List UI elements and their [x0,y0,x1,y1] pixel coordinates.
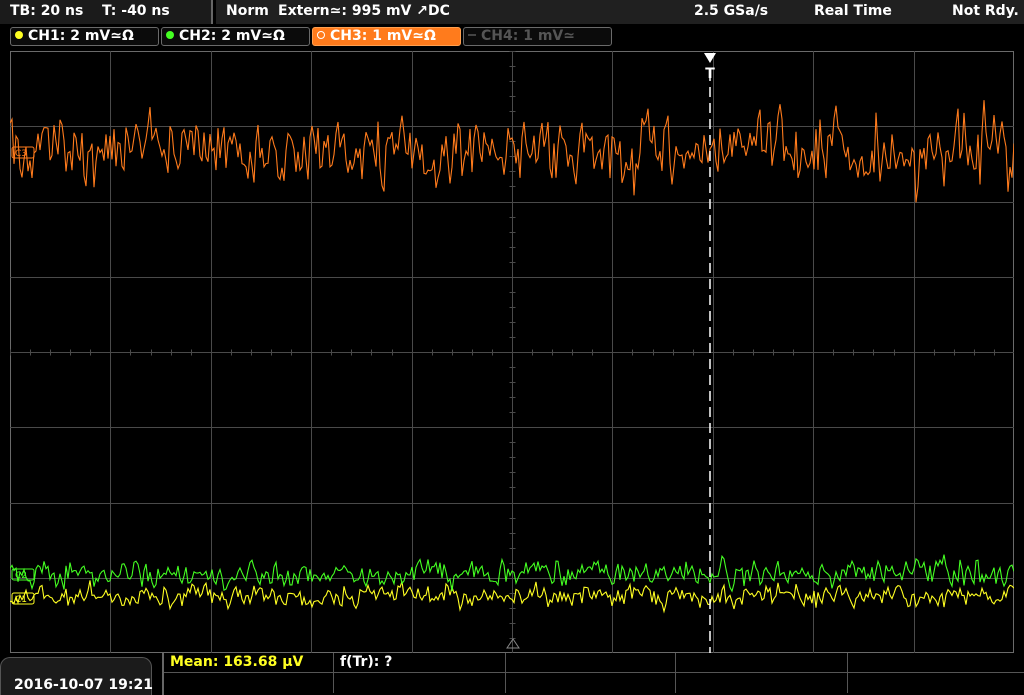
channel-3-dot-icon [317,31,325,39]
measurement-cell-empty-7[interactable] [676,673,848,693]
channel-bar: CH1: 2 mV≃Ω CH2: 2 mV≃Ω CH3: 1 mV≃Ω CH4:… [0,26,1024,48]
waveform-display[interactable]: T C3 C2 C1 [9,51,1015,654]
datetime-text: 2016-10-07 19:21 [14,677,153,693]
measurement-cell-empty-2[interactable] [676,653,848,673]
channel-1-dot-icon [15,31,23,39]
measurement-panel[interactable]: Mean: 163.68 µV f(Tr): ? [162,653,1024,695]
measurement-cell-empty-1[interactable] [506,653,676,673]
timebase-box[interactable]: TB: 20 ns T: -40 ns [0,0,213,24]
measurement-cell-empty-6[interactable] [506,673,676,693]
ch2-offset-label: C2 [15,571,27,581]
waveform-svg[interactable]: T C3 C2 C1 [9,51,1015,654]
run-state: Not Rdy. [952,3,1019,19]
datetime-box: 2016-10-07 19:21 [0,657,153,695]
measurement-cell-empty-5[interactable] [334,673,506,693]
measurement-cell-empty-3[interactable] [848,653,1024,673]
bottom-bar: 2016-10-07 19:21 Mean: 163.68 µV f(Tr): … [0,653,1024,695]
trigger-time-value[interactable]: T: -40 ns [102,3,170,19]
channel-1-button[interactable]: CH1: 2 mV≃Ω [10,27,159,46]
channel-3-label: CH3: 1 mV≃Ω [330,28,436,44]
channel-3-button[interactable]: CH3: 1 mV≃Ω [312,27,461,46]
ch1-offset-label: C1 [15,595,27,605]
channel-2-button[interactable]: CH2: 2 mV≃Ω [161,27,310,46]
sample-rate[interactable]: 2.5 GSa/s [694,3,768,19]
trigger-marker-label: T [705,66,715,82]
timebase-value[interactable]: TB: 20 ns [10,3,83,19]
measurement-cell-empty-8[interactable] [848,673,1024,693]
channel-4-label: CH4: 1 mV≃ [481,28,575,44]
ch3-offset-label: C3 [15,149,27,159]
trigger-box[interactable]: Norm Extern≃: 995 mV ↗DC 2.5 GSa/s Real … [216,0,1024,24]
measurement-freq: f(Tr): ? [340,654,393,670]
channel-4-dot-icon [468,34,476,36]
channel-2-dot-icon [166,31,174,39]
measurement-cell-freq[interactable]: f(Tr): ? [334,653,506,673]
channel-1-label: CH1: 2 mV≃Ω [28,28,134,44]
measurement-cell-empty-4[interactable] [164,673,334,693]
trigger-mode[interactable]: Norm [226,3,269,19]
measurement-cell-mean[interactable]: Mean: 163.68 µV [164,653,334,673]
status-bar: TB: 20 ns T: -40 ns Norm Extern≃: 995 mV… [0,0,1024,24]
acquisition-mode[interactable]: Real Time [814,3,892,19]
channel-4-button[interactable]: CH4: 1 mV≃ [463,27,612,46]
trigger-source[interactable]: Extern≃: 995 mV ↗DC [278,3,450,19]
channel-2-label: CH2: 2 mV≃Ω [179,28,285,44]
measurement-mean: Mean: 163.68 µV [170,654,304,670]
